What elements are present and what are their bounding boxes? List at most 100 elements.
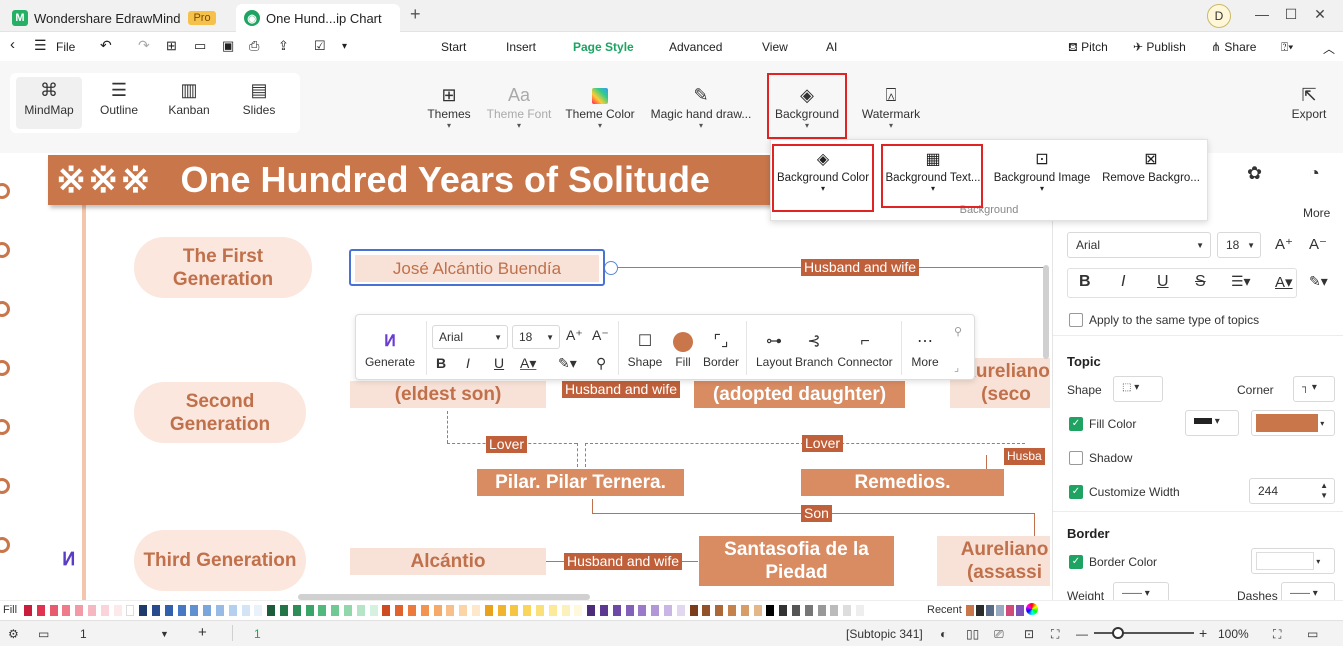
generation-label[interactable]: Third Generation — [134, 530, 306, 591]
recent-color-swatch[interactable] — [966, 605, 974, 616]
color-swatch[interactable] — [753, 605, 762, 616]
branch-button[interactable]: ⊰ Branch — [794, 329, 834, 369]
color-swatch[interactable] — [318, 605, 327, 616]
collapse-marker-icon[interactable] — [0, 301, 10, 317]
highlight-icon[interactable]: ✎▾ — [558, 355, 577, 372]
border-color-checkbox[interactable]: ✓ — [1069, 555, 1083, 569]
color-swatch[interactable] — [792, 605, 800, 616]
view-slides[interactable]: ▤ Slides — [226, 77, 292, 129]
topic-adopted-daughter[interactable]: (adopted daughter) — [694, 381, 905, 408]
minimize-button[interactable]: — — [1252, 6, 1272, 22]
collapse-marker-icon[interactable] — [0, 478, 10, 494]
fill-button[interactable]: Fill — [668, 329, 698, 369]
topic-eldest-son[interactable]: (eldest son) — [350, 381, 546, 408]
relation-label[interactable]: Son — [801, 505, 832, 522]
border-color-select[interactable]: ▾ — [1251, 548, 1335, 574]
maximize-button[interactable]: ☐ — [1281, 6, 1301, 23]
close-window-button[interactable]: ✕ — [1310, 6, 1330, 23]
color-swatch[interactable] — [395, 605, 404, 616]
recent-color-swatch[interactable] — [1006, 605, 1014, 616]
topic-santasofia[interactable]: Santasofia de la Piedad — [699, 536, 894, 586]
background-image-option[interactable]: ⊡ Background Image ▾ — [991, 148, 1093, 193]
color-swatch[interactable] — [625, 605, 634, 616]
color-swatch[interactable] — [804, 605, 813, 616]
color-swatch[interactable] — [203, 605, 212, 616]
recent-color-swatch[interactable] — [996, 605, 1004, 616]
color-swatch[interactable] — [88, 605, 96, 616]
chevron-down-icon[interactable]: ▼ — [160, 629, 169, 639]
collapse-ribbon-icon[interactable]: ︿ — [1323, 40, 1335, 57]
history-icon[interactable]: ◔ — [1309, 163, 1320, 184]
color-swatch[interactable] — [216, 605, 224, 616]
collapse-marker-icon[interactable] — [0, 242, 10, 258]
color-swatch[interactable] — [267, 605, 276, 616]
collapse-marker-icon[interactable] — [0, 419, 10, 435]
color-swatch[interactable] — [472, 605, 480, 616]
save-icon[interactable]: ▣ — [222, 38, 234, 54]
pin-icon[interactable]: ⚲ — [954, 325, 962, 338]
align-icon[interactable]: ☰▾ — [1231, 273, 1251, 290]
underline-icon[interactable]: U — [494, 355, 504, 371]
presentation-icon[interactable]: ⎚ — [994, 627, 1004, 642]
topic-pilar-ternera[interactable]: Pilar. Pilar Ternera. — [477, 469, 684, 496]
color-swatch[interactable] — [369, 605, 378, 616]
menu-start[interactable]: Start — [441, 40, 466, 54]
menu-ai[interactable]: AI — [826, 40, 837, 54]
color-swatch[interactable] — [280, 605, 288, 616]
color-swatch[interactable] — [382, 605, 391, 616]
border-button[interactable]: ⌜⌟ Border — [700, 329, 742, 369]
collapse-marker-icon[interactable] — [0, 360, 10, 376]
layout-button[interactable]: ⊶ Layout — [752, 329, 796, 369]
zoom-slider-track[interactable] — [1094, 632, 1194, 634]
print-icon[interactable]: ⎙ — [249, 38, 259, 54]
avatar[interactable]: D — [1207, 4, 1231, 28]
color-swatch[interactable] — [241, 605, 250, 616]
relation-label[interactable]: Lover — [486, 436, 528, 453]
bold-icon[interactable]: B — [436, 355, 446, 371]
underline-icon[interactable]: U — [1157, 273, 1169, 291]
shape-button[interactable]: ☐ Shape — [624, 329, 666, 369]
zoom-slider-handle[interactable] — [1112, 627, 1124, 639]
zoom-level[interactable]: 100% — [1218, 627, 1249, 641]
font-family-select[interactable]: Arial ▼ — [1067, 232, 1211, 258]
color-swatch[interactable] — [766, 605, 775, 616]
bold-icon[interactable]: B — [1079, 273, 1091, 291]
color-swatch[interactable] — [664, 605, 672, 616]
color-swatch[interactable] — [36, 605, 45, 616]
color-swatch[interactable] — [702, 605, 711, 616]
menu-advanced[interactable]: Advanced — [669, 40, 722, 54]
theme-font-button[interactable]: Aa Theme Font ▾ — [486, 83, 552, 131]
zoom-out-button[interactable]: — — [1076, 627, 1088, 641]
color-swatch[interactable] — [740, 605, 749, 616]
color-swatch[interactable] — [24, 605, 32, 616]
menu-view[interactable]: View — [762, 40, 788, 54]
view-outline[interactable]: ☰ Outline — [86, 77, 152, 129]
color-swatch[interactable] — [600, 605, 608, 616]
color-swatch[interactable] — [548, 605, 557, 616]
font-size-select[interactable]: 18 ▼ — [512, 325, 560, 349]
hamburger-icon[interactable]: ☰ — [34, 37, 47, 54]
undo-icon[interactable]: ↶ — [100, 37, 112, 54]
color-swatch[interactable] — [408, 605, 416, 616]
topic-remedios[interactable]: Remedios. — [801, 469, 1004, 496]
color-swatch[interactable] — [292, 605, 301, 616]
relation-label[interactable]: Husband and wife — [801, 259, 920, 276]
fit-page-icon[interactable]: ⊡ — [1024, 627, 1034, 641]
color-swatch[interactable] — [100, 605, 109, 616]
help-icon[interactable]: ⍰▾ — [1281, 40, 1293, 55]
color-swatch[interactable] — [689, 605, 698, 616]
page-tab[interactable]: 1 — [254, 627, 261, 641]
color-swatch[interactable] — [587, 605, 596, 616]
themes-button[interactable]: ⊞ Themes ▾ — [422, 83, 476, 131]
page-settings-icon[interactable]: ⚙ — [8, 627, 19, 641]
color-swatch[interactable] — [651, 605, 660, 616]
color-swatch[interactable] — [344, 605, 352, 616]
color-swatch[interactable] — [612, 605, 621, 616]
highlight-icon[interactable]: ✎▾ — [1309, 273, 1328, 290]
add-page-button[interactable]: + — [198, 624, 207, 641]
color-swatch[interactable] — [715, 605, 724, 616]
font-family-select[interactable]: Arial ▼ — [432, 325, 508, 349]
title-banner[interactable]: ※※※ One Hundred Years of Solitude — [48, 155, 808, 205]
collapse-marker-icon[interactable] — [0, 183, 10, 199]
fill-color-checkbox[interactable]: ✓ — [1069, 417, 1083, 431]
